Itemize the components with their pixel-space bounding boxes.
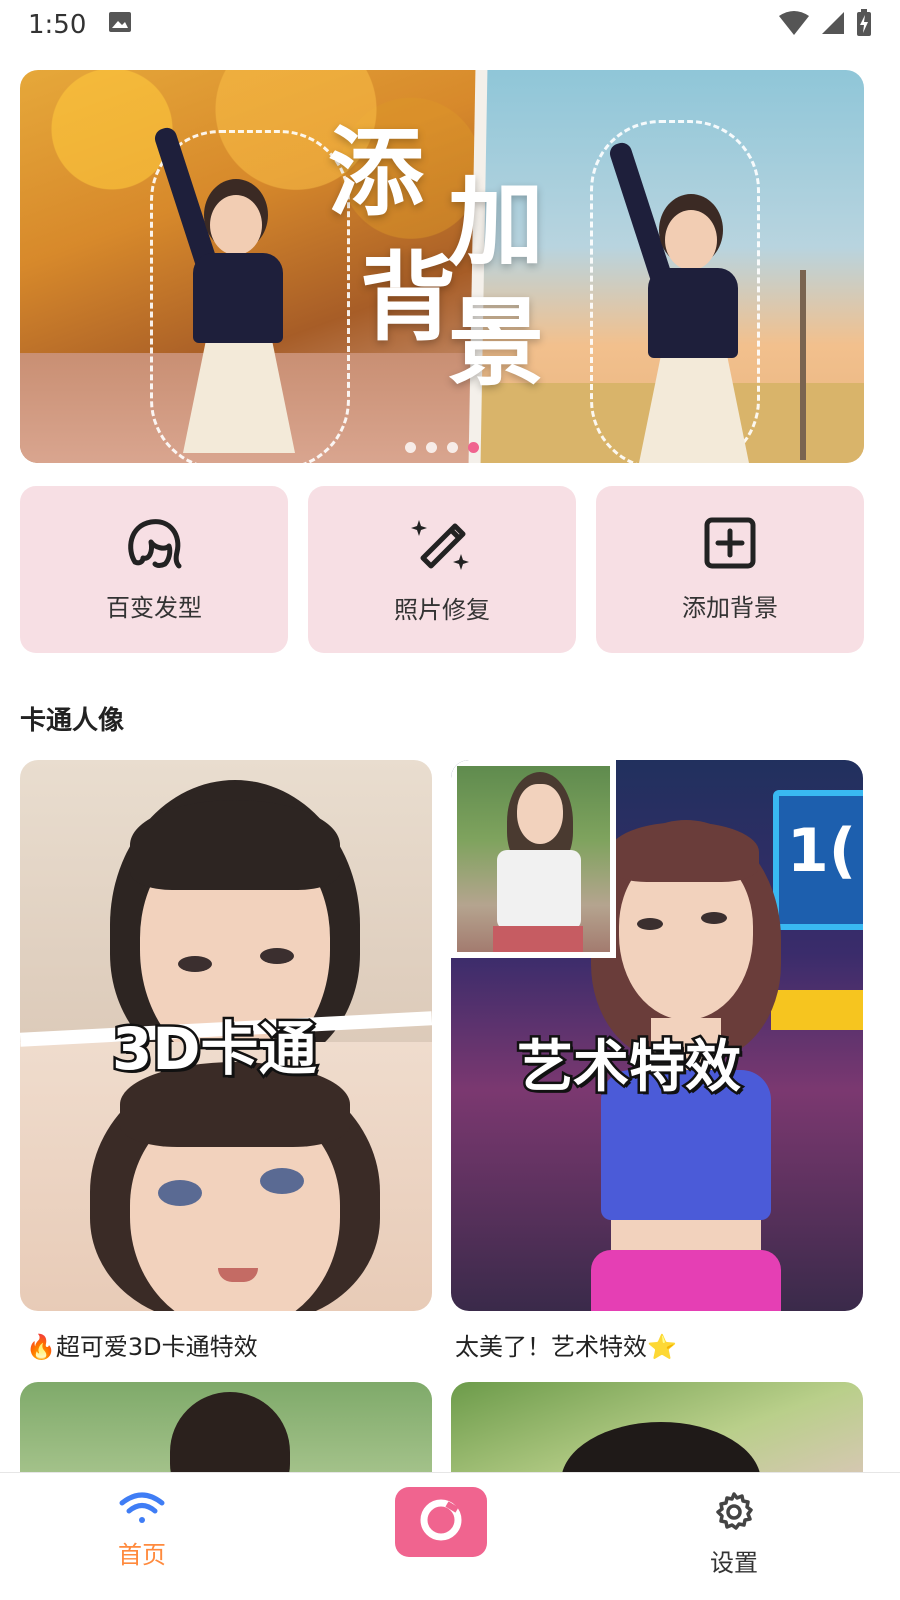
effect-card-preview[interactable] (451, 1382, 863, 1482)
nav-home-label: 首页 (118, 1541, 166, 1569)
section-title: 卡通人像 (20, 706, 125, 736)
tool-add-background[interactable]: 添加背景 (596, 486, 864, 653)
effect-card-art-effect[interactable]: 1( 艺术特效 (451, 760, 863, 1311)
card-caption[interactable]: 🔥超可爱3D卡通特效 (26, 1327, 258, 1362)
card-overlay-text: 3D卡通 (110, 1013, 320, 1086)
card-caption[interactable]: 太美了！艺术特效⭐ (455, 1327, 677, 1362)
magic-wand-icon (411, 514, 473, 576)
promo-banner[interactable]: 添 加 背 景 (20, 70, 864, 463)
add-square-icon (703, 516, 757, 574)
gear-icon (713, 1491, 755, 1537)
tool-label: 百变发型 (106, 594, 202, 622)
neon-sign-text: 1( (787, 816, 857, 886)
banner-title-char: 景 (448, 287, 544, 399)
bottom-navigation: 首页 设置 (0, 1472, 900, 1600)
banner-title-char: 背 (360, 242, 456, 354)
home-wifi-icon (118, 1491, 166, 1529)
effect-card-preview[interactable] (20, 1382, 432, 1482)
status-bar: 1:50 (0, 0, 900, 50)
tool-label: 添加背景 (682, 594, 778, 622)
hairstyle-icon (125, 516, 183, 574)
tool-label: 照片修复 (394, 596, 490, 624)
nav-settings[interactable]: 设置 (710, 1491, 758, 1578)
banner-title-char: 添 (328, 117, 424, 229)
card-inset-photo (451, 760, 616, 958)
card-overlay-text: 艺术特效 (515, 1033, 744, 1103)
effect-card-3d-cartoon[interactable]: 3D卡通 (20, 760, 432, 1311)
wifi-icon (778, 10, 810, 40)
banner-page-indicator (20, 442, 864, 453)
page-dot[interactable] (447, 442, 458, 453)
status-time: 1:50 (28, 10, 87, 40)
nav-settings-label: 设置 (710, 1549, 758, 1577)
page-dot[interactable] (426, 442, 437, 453)
tool-photo-repair[interactable]: 照片修复 (308, 486, 576, 653)
page-dot[interactable] (405, 442, 416, 453)
nav-home[interactable]: 首页 (118, 1491, 166, 1570)
tool-grid: 百变发型 照片修复 添加背景 (20, 486, 864, 653)
page-dot-active[interactable] (468, 442, 479, 453)
image-icon (108, 10, 132, 40)
cellular-signal-icon (820, 10, 846, 40)
neon-sign: 1( (773, 790, 863, 930)
tool-hairstyle[interactable]: 百变发型 (20, 486, 288, 653)
camera-button[interactable] (395, 1487, 487, 1557)
banner-title-char: 加 (448, 167, 544, 279)
ring-icon (417, 1496, 465, 1548)
battery-charging-icon (856, 9, 872, 41)
